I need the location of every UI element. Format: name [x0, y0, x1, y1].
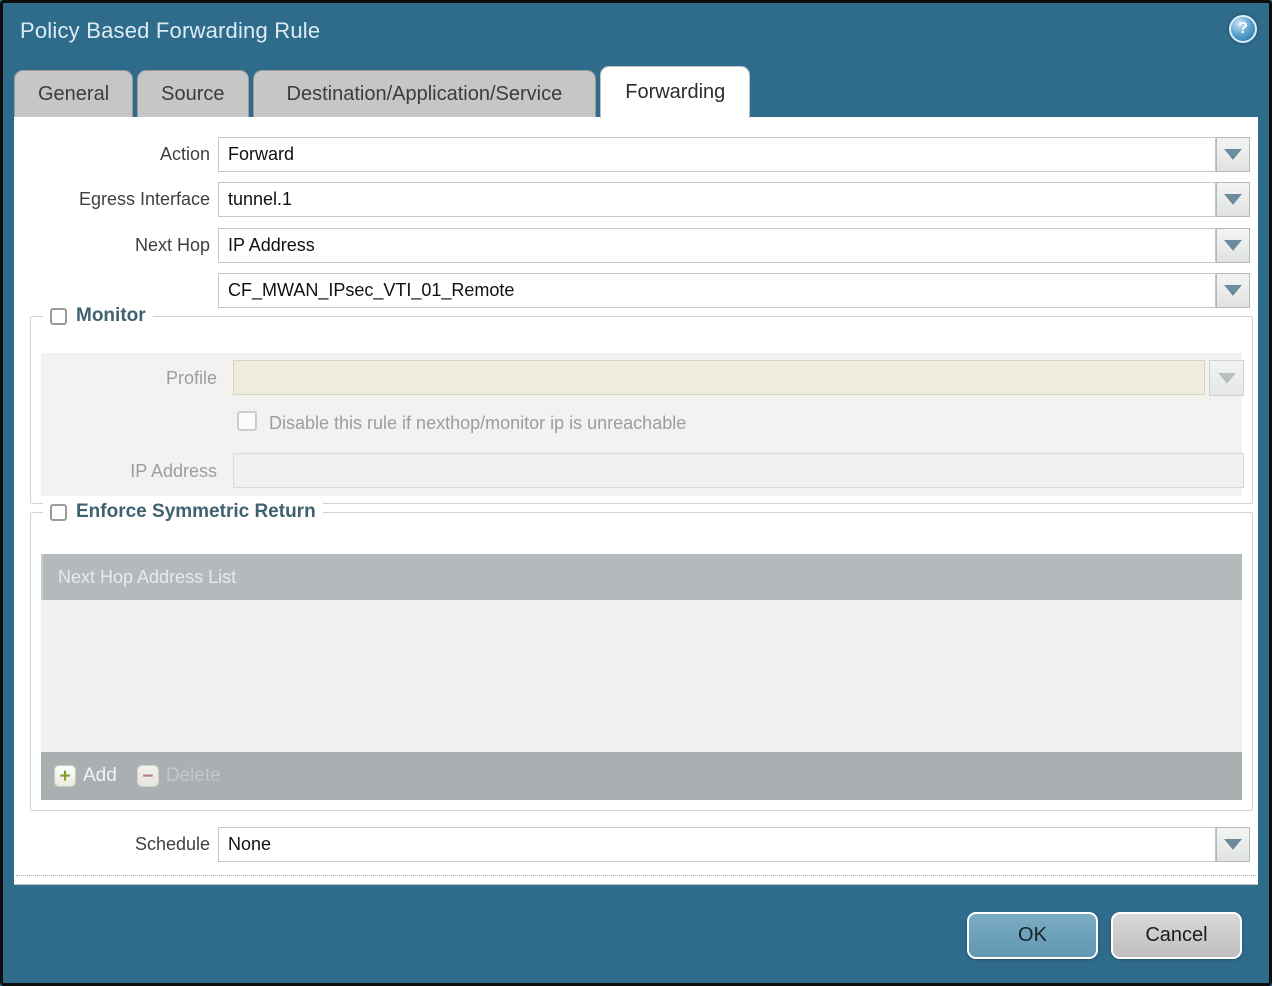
add-button[interactable]: + Add [54, 765, 117, 787]
monitor-legend: Monitor [43, 305, 153, 327]
action-value[interactable]: Forward [218, 137, 1216, 172]
help-icon[interactable]: ? [1229, 15, 1257, 43]
enforce-symmetric-return-checkbox[interactable] [50, 504, 67, 521]
enforce-symmetric-return-legend: Enforce Symmetric Return [43, 501, 323, 523]
monitor-ip-address-label: IP Address [31, 461, 217, 482]
plus-icon: + [54, 765, 76, 787]
egress-interface-value[interactable]: tunnel.1 [218, 182, 1216, 217]
next-hop-address-value[interactable]: CF_MWAN_IPsec_VTI_01_Remote [218, 273, 1216, 308]
delete-button: − Delete [137, 765, 221, 787]
enforce-symmetric-return-legend-label: Enforce Symmetric Return [76, 501, 316, 523]
disable-rule-checkbox [237, 411, 257, 431]
forwarding-tab-panel: Action Forward Egress Interface tunnel.1… [14, 117, 1258, 885]
profile-label: Profile [31, 368, 217, 389]
next-hop-dropdown-button[interactable] [1216, 228, 1250, 263]
egress-interface-dropdown-button[interactable] [1216, 182, 1250, 217]
next-hop-address-dropdown-button[interactable] [1216, 273, 1250, 308]
egress-interface-combo: tunnel.1 [218, 182, 1250, 217]
monitor-fieldset: Monitor Profile Disable this rule if nex… [30, 316, 1253, 504]
schedule-label: Schedule [20, 834, 210, 855]
disable-rule-label: Disable this rule if nexthop/monitor ip … [269, 413, 686, 434]
next-hop-combo: IP Address [218, 228, 1250, 263]
ok-button[interactable]: OK [967, 912, 1098, 959]
profile-dropdown-button [1209, 360, 1244, 396]
monitor-ip-address-field [233, 453, 1244, 488]
next-hop-value[interactable]: IP Address [218, 228, 1216, 263]
next-hop-label: Next Hop [20, 235, 210, 256]
next-hop-address-table: Next Hop Address List + Add − Delete [41, 554, 1242, 800]
dropdown-arrow-icon [1224, 240, 1242, 251]
next-hop-address-list-toolbar: + Add − Delete [41, 752, 1242, 800]
tab-bar: General Source Destination/Application/S… [14, 66, 750, 117]
dropdown-arrow-icon [1224, 285, 1242, 296]
enforce-symmetric-return-fieldset: Enforce Symmetric Return Next Hop Addres… [30, 512, 1253, 811]
tab-general[interactable]: General [14, 70, 133, 117]
tab-forwarding[interactable]: Forwarding [600, 66, 750, 118]
dropdown-arrow-icon [1224, 194, 1242, 205]
profile-field [233, 360, 1205, 395]
tab-destination-application-service[interactable]: Destination/Application/Service [253, 70, 597, 117]
footer-separator [16, 875, 1256, 876]
next-hop-address-combo: CF_MWAN_IPsec_VTI_01_Remote [218, 273, 1250, 308]
schedule-dropdown-button[interactable] [1216, 827, 1250, 862]
dialog-title: Policy Based Forwarding Rule [20, 18, 320, 44]
minus-icon: − [137, 765, 159, 787]
dropdown-arrow-icon [1224, 149, 1242, 160]
action-combo: Forward [218, 137, 1250, 172]
egress-interface-label: Egress Interface [20, 189, 210, 210]
action-dropdown-button[interactable] [1216, 137, 1250, 172]
cancel-button[interactable]: Cancel [1111, 912, 1242, 959]
schedule-combo: None [218, 827, 1250, 862]
monitor-checkbox[interactable] [50, 308, 67, 325]
next-hop-address-list-header: Next Hop Address List [41, 554, 1242, 600]
next-hop-address-list-body[interactable] [41, 600, 1242, 752]
action-label: Action [20, 144, 210, 165]
dropdown-arrow-icon [1224, 839, 1242, 850]
monitor-legend-label: Monitor [76, 305, 146, 327]
schedule-value[interactable]: None [218, 827, 1216, 862]
dropdown-arrow-icon [1218, 373, 1236, 384]
tab-source[interactable]: Source [137, 70, 248, 117]
